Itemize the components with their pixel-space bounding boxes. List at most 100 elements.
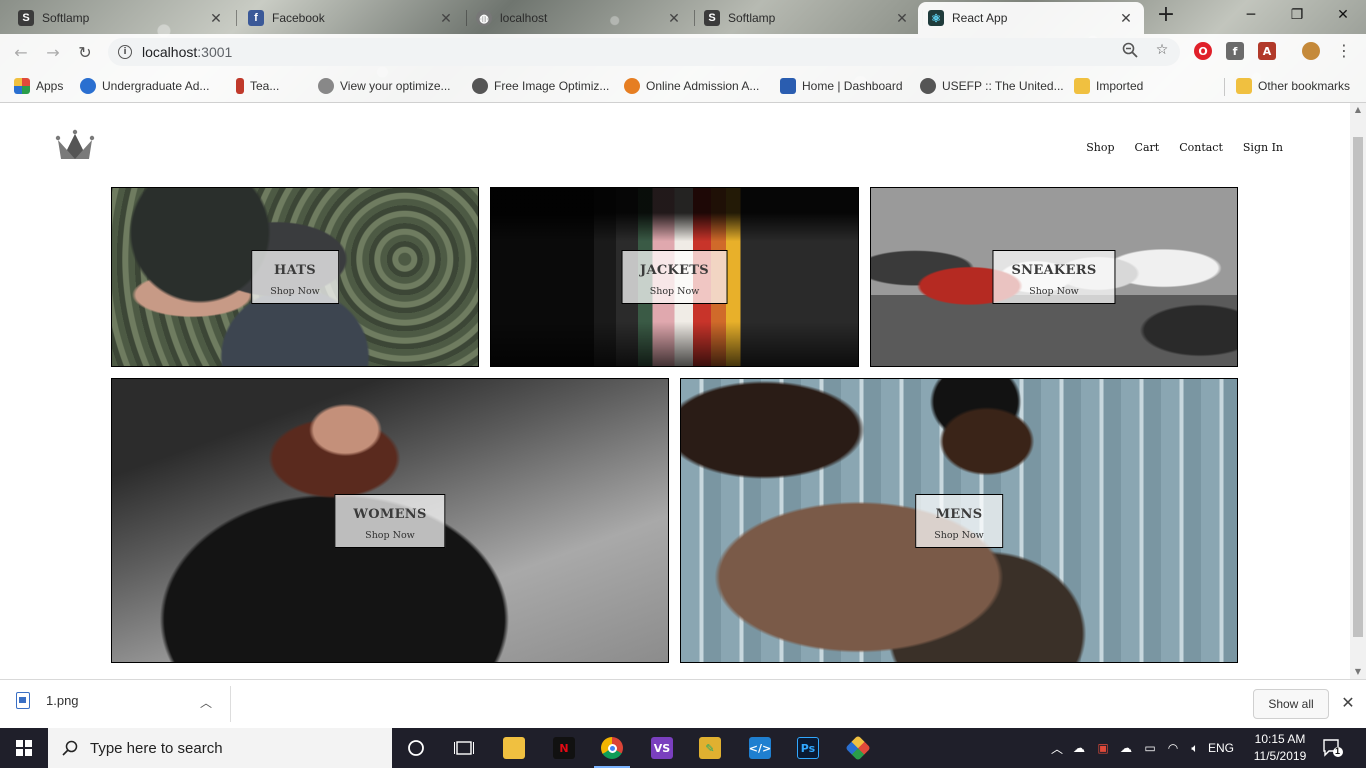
category-tile-hats[interactable]: HATS Shop Now <box>111 187 479 367</box>
shop-now-link[interactable]: Shop Now <box>640 286 709 297</box>
downloads-bar: 1.png ︿ Show all ✕ <box>0 679 1366 728</box>
close-tab-icon[interactable]: ✕ <box>1118 10 1134 27</box>
tab-react-app[interactable]: ⚛ React App ✕ <box>918 2 1144 34</box>
back-arrow-icon[interactable]: ← <box>10 41 32 63</box>
tab-title: localhost <box>500 11 548 25</box>
search-icon <box>62 740 78 756</box>
minimize-window-icon[interactable]: ─ <box>1228 0 1274 30</box>
clock[interactable]: 10:15 AM 11/5/2019 <box>1248 731 1312 765</box>
close-tab-icon[interactable]: ✕ <box>894 10 910 27</box>
category-tile-jackets[interactable]: JACKETS Shop Now <box>490 187 859 367</box>
nav-sign-in-link[interactable]: Sign In <box>1233 141 1293 154</box>
shop-now-link[interactable]: Shop Now <box>1011 286 1096 297</box>
notification-center-icon[interactable]: 1 <box>1322 738 1344 758</box>
category-tile-womens[interactable]: WOMENS Shop Now <box>111 378 669 663</box>
windows-taskbar: Type here to search N VS ✎ </> Ps ︿ ☁ ▣ … <box>0 728 1366 768</box>
show-all-button[interactable]: Show all <box>1253 689 1329 719</box>
reload-icon[interactable]: ↻ <box>74 41 96 63</box>
bookmark-folder-imported[interactable]: Imported <box>1074 76 1143 96</box>
pdf-extension-icon[interactable]: A <box>1258 42 1276 60</box>
bookmark-tea[interactable]: Tea... <box>236 76 279 96</box>
close-tab-icon[interactable]: ✕ <box>208 10 224 27</box>
shop-now-link[interactable]: Shop Now <box>934 530 984 541</box>
cortana-icon[interactable] <box>396 734 436 762</box>
close-window-icon[interactable]: ✕ <box>1320 0 1366 30</box>
bookmark-view-optimize[interactable]: View your optimize... <box>318 76 451 96</box>
volume-icon[interactable]: 🔈︎ <box>1184 741 1206 756</box>
category-tile-sneakers[interactable]: SNEAKERS Shop Now <box>870 187 1238 367</box>
download-item[interactable]: 1.png <box>16 692 79 709</box>
photoshop-icon[interactable]: Ps <box>788 734 828 762</box>
tab-facebook[interactable]: f Facebook ✕ <box>238 2 464 34</box>
browser-toolbar: ← → ↻ i localhost:3001 ☆ O f A ⋮ <box>0 34 1366 70</box>
zoom-icon[interactable] <box>1120 40 1140 60</box>
restore-window-icon[interactable]: ❐ <box>1274 0 1320 30</box>
bookmark-free-image[interactable]: Free Image Optimiz... <box>472 76 609 96</box>
category-title: WOMENS <box>353 506 427 522</box>
netflix-icon[interactable]: N <box>544 734 584 762</box>
shop-now-link[interactable]: Shop Now <box>270 286 320 297</box>
address-bar[interactable]: i localhost:3001 <box>108 38 1180 66</box>
chevron-up-icon[interactable]: ︿ <box>1048 740 1066 757</box>
bookmark-online-admission[interactable]: Online Admission A... <box>624 76 759 96</box>
onedrive-icon[interactable]: ☁ <box>1066 741 1092 755</box>
scrollbar-thumb[interactable] <box>1353 137 1363 637</box>
profile-avatar[interactable] <box>1302 42 1320 60</box>
nav-cart-link[interactable]: Cart <box>1125 141 1170 154</box>
clock-date: 11/5/2019 <box>1253 749 1307 763</box>
nav-shop-link[interactable]: Shop <box>1076 141 1124 154</box>
start-button[interactable] <box>0 728 48 768</box>
sticky-app-icon[interactable]: ✎ <box>690 734 730 762</box>
site-info-icon[interactable]: i <box>118 45 132 59</box>
category-label: HATS Shop Now <box>251 250 339 304</box>
battery-icon[interactable]: ▭ <box>1138 741 1162 755</box>
new-tab-button[interactable]: + <box>1154 4 1178 28</box>
tab-title: Softlamp <box>728 11 776 25</box>
bookmark-home-dashboard[interactable]: Home | Dashboard <box>780 76 903 96</box>
windows-logo-icon <box>16 740 32 756</box>
tab-localhost[interactable]: ◍ localhost ✕ <box>466 2 692 34</box>
forward-arrow-icon[interactable]: → <box>42 41 64 63</box>
chrome-icon[interactable] <box>592 734 632 768</box>
taskbar-search[interactable]: Type here to search <box>48 728 392 768</box>
wifi-icon[interactable]: ◠ <box>1162 741 1184 755</box>
tab-softlamp-2[interactable]: S Softlamp ✕ <box>694 2 920 34</box>
tab-softlamp-1[interactable]: S Softlamp ✕ <box>8 2 234 34</box>
file-explorer-icon[interactable] <box>494 734 534 762</box>
close-tab-icon[interactable]: ✕ <box>438 10 454 27</box>
crown-logo-icon[interactable] <box>55 128 95 162</box>
category-tile-mens[interactable]: MENS Shop Now <box>680 378 1238 663</box>
language-indicator[interactable]: ENG <box>1206 741 1236 755</box>
bookmark-apps[interactable]: Apps <box>14 76 63 96</box>
close-tab-icon[interactable]: ✕ <box>666 10 682 27</box>
task-view-icon[interactable] <box>444 734 484 762</box>
chevron-up-icon[interactable]: ︿ <box>200 694 212 711</box>
visual-studio-icon[interactable]: VS <box>642 734 682 762</box>
page-scrollbar[interactable]: ▲ ▼ <box>1350 103 1366 679</box>
bookmark-undergraduate[interactable]: Undergraduate Ad... <box>80 76 209 96</box>
opera-extension-icon[interactable]: O <box>1194 42 1212 60</box>
facebook-extension-icon[interactable]: f <box>1226 42 1244 60</box>
tab-strip: S Softlamp ✕ f Facebook ✕ ◍ localhost ✕ … <box>0 0 1366 34</box>
tab-title: Softlamp <box>42 11 90 25</box>
scroll-up-icon[interactable]: ▲ <box>1350 103 1366 117</box>
cloud-sync-icon[interactable]: ☁ <box>1114 741 1138 755</box>
vscode-icon[interactable]: </> <box>740 734 780 762</box>
clock-time: 10:15 AM <box>1254 732 1306 746</box>
category-title: SNEAKERS <box>1011 263 1097 278</box>
bookmark-folder-other[interactable]: Other bookmarks <box>1236 76 1350 96</box>
close-downloads-icon[interactable]: ✕ <box>1338 693 1358 712</box>
nav-contact-link[interactable]: Contact <box>1169 141 1233 154</box>
menu-kebab-icon[interactable]: ⋮ <box>1334 40 1354 60</box>
gift-icon[interactable]: ▣ <box>1092 741 1114 755</box>
apps-grid-icon <box>14 78 30 94</box>
git-kraken-icon[interactable] <box>838 734 878 762</box>
category-label: SNEAKERS Shop Now <box>992 250 1116 304</box>
notification-count: 1 <box>1335 746 1341 756</box>
scroll-down-icon[interactable]: ▼ <box>1350 665 1366 679</box>
shop-now-link[interactable]: Shop Now <box>353 530 426 541</box>
search-placeholder: Type here to search <box>90 739 223 757</box>
category-label: WOMENS Shop Now <box>334 493 446 548</box>
bookmark-usefp[interactable]: USEFP :: The United... <box>920 76 1064 96</box>
bookmark-star-icon[interactable]: ☆ <box>1152 40 1172 60</box>
